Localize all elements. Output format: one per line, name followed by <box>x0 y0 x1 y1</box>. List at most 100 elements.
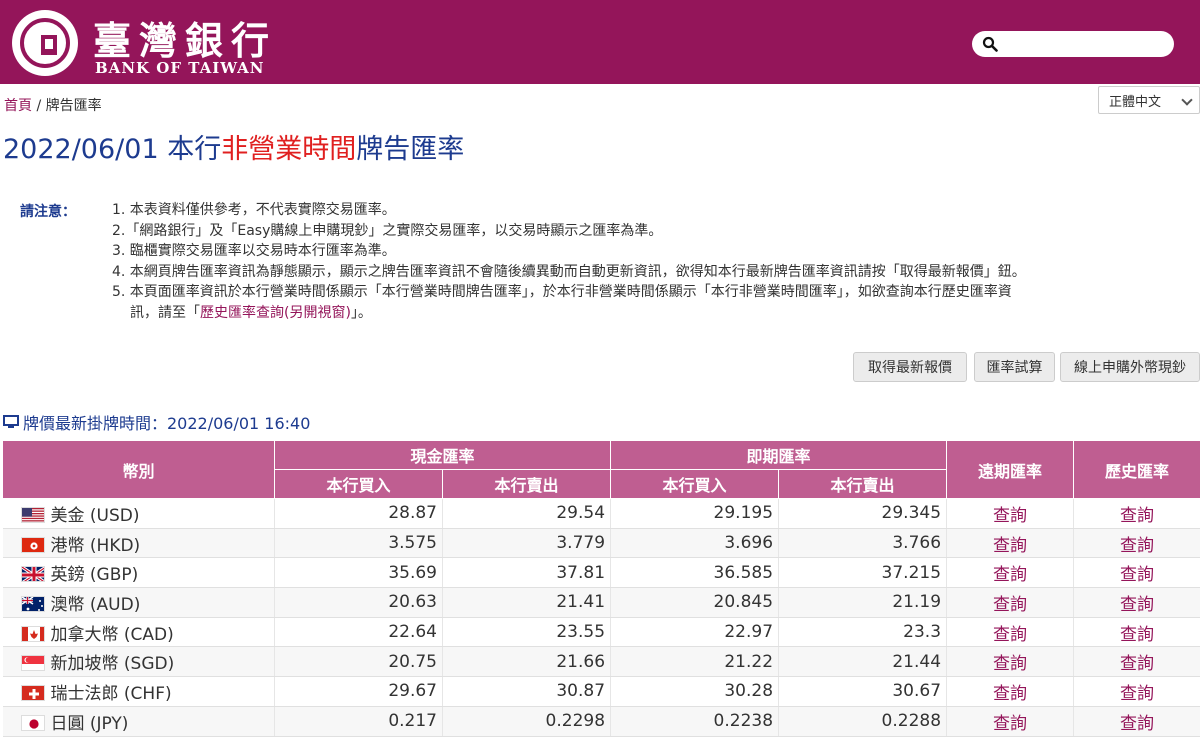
currency-name: 日圓 (JPY) <box>50 713 129 734</box>
ch-flag-icon <box>20 684 45 701</box>
spot-sell-rate: 37.215 <box>778 557 948 589</box>
cash-sell-rate: 21.41 <box>442 587 612 618</box>
spot-buy-rate: 30.28 <box>610 676 780 707</box>
language-selected-value: 正體中文 <box>1109 95 1162 110</box>
breadcrumb-separator: / <box>32 98 46 114</box>
us-flag-icon <box>20 506 45 523</box>
cash-sell-rate: 30.87 <box>442 676 612 707</box>
header-spot-sell: 本行賣出 <box>778 469 948 499</box>
cash-buy-rate: 28.87 <box>274 498 443 529</box>
history-rate-query-link[interactable]: 查詢 <box>1073 557 1200 589</box>
note-item-1: 1. 本表資料僅供參考，不代表實際交易匯率。 <box>112 202 396 218</box>
spot-sell-rate: 21.19 <box>778 587 948 618</box>
forward-rate-query-link[interactable]: 查詢 <box>946 646 1075 678</box>
quote-time-text: 牌價最新掛牌時間：2022/06/01 16:40 <box>23 414 311 433</box>
chevron-down-icon <box>1181 94 1193 106</box>
spot-buy-rate: 21.22 <box>610 646 780 678</box>
forward-rate-query-link[interactable]: 查詢 <box>946 676 1075 707</box>
spot-sell-rate: 3.766 <box>778 528 948 559</box>
currency-cell: 英鎊 (GBP) <box>2 557 275 589</box>
note-item-5-continuation: 訊，請至「歷史匯率查詢(另開視窗)」。 <box>112 303 1026 324</box>
note-item-3: 3. 臨櫃實際交易匯率以交易時本行匯率為準。 <box>112 243 396 259</box>
note-item-4: 4. 本網頁牌告匯率資訊為靜態顯示，顯示之牌告匯率資訊不會隨後續異動而自動更新資… <box>112 263 1026 280</box>
site-header: 臺灣銀行 BANK OF TAIWAN <box>0 0 1200 84</box>
currency-cell: 日圓 (JPY) <box>2 706 275 737</box>
jp-flag-icon <box>20 714 45 731</box>
forward-rate-query-link[interactable]: 查詢 <box>946 587 1075 618</box>
monitor-icon <box>3 415 19 428</box>
header-history-rate: 歷史匯率 <box>1073 440 1200 499</box>
currency-cell: 澳幣 (AUD) <box>2 587 275 618</box>
cash-sell-rate: 29.54 <box>442 498 612 529</box>
spot-sell-rate: 23.3 <box>778 617 948 648</box>
table-row: 日圓 (JPY) 0.217 0.2298 0.2238 0.2288 查詢 查詢 <box>2 706 1200 737</box>
page-title: 2022/06/01 本行非營業時間牌告匯率 <box>3 127 464 166</box>
cash-sell-rate: 21.66 <box>442 646 612 678</box>
hk-flag-icon <box>20 536 45 553</box>
currency-name: 港幣 (HKD) <box>50 535 141 556</box>
history-rate-query-link[interactable]: 查詢 <box>1073 646 1200 678</box>
history-rate-query-link[interactable]: 查詢 <box>1073 528 1200 559</box>
language-select[interactable]: 正體中文 <box>1098 86 1200 114</box>
get-latest-quote-button[interactable]: 取得最新報價 <box>853 352 967 382</box>
currency-name: 新加坡幣 (SGD) <box>50 654 175 675</box>
table-row: 港幣 (HKD) 3.575 3.779 3.696 3.766 查詢 查詢 <box>2 528 1200 559</box>
notes-list: 1. 本表資料僅供參考，不代表實際交易匯率。 2.「網路銀行」及「Easy購線上… <box>112 200 1026 323</box>
forward-rate-query-link[interactable]: 查詢 <box>946 706 1075 737</box>
currency-cell: 瑞士法郎 (CHF) <box>2 676 275 707</box>
table-row: 加拿大幣 (CAD) 22.64 23.55 22.97 23.3 查詢 查詢 <box>2 617 1200 648</box>
note-item-5: 5. 本頁面匯率資訊於本行營業時間係顯示「本行營業時間牌告匯率」，於本行非營業時… <box>112 284 1012 300</box>
spot-sell-rate: 30.67 <box>778 676 948 707</box>
forward-rate-query-link[interactable]: 查詢 <box>946 617 1075 648</box>
history-rate-query-link[interactable]: 查詢 <box>1073 498 1200 529</box>
header-forward-rate: 遠期匯率 <box>946 440 1075 499</box>
history-rate-query-link[interactable]: 查詢 <box>1073 676 1200 707</box>
header-cash-sell: 本行賣出 <box>441 469 612 499</box>
forward-rate-query-link[interactable]: 查詢 <box>946 498 1075 529</box>
brand-name-chinese[interactable]: 臺灣銀行 <box>93 10 277 65</box>
page-title-date: 2022/06/01 本行 <box>3 134 222 165</box>
cash-buy-rate: 29.67 <box>274 676 443 707</box>
currency-cell: 美金 (USD) <box>2 498 275 529</box>
rate-calculator-button[interactable]: 匯率試算 <box>974 352 1055 382</box>
notes-label: 請注意： <box>20 204 76 220</box>
online-purchase-cash-button[interactable]: 線上申購外幣現鈔 <box>1060 352 1200 382</box>
cash-buy-rate: 35.69 <box>274 557 443 589</box>
uk-flag-icon <box>20 566 45 583</box>
history-rate-query-link[interactable]: 查詢 <box>1073 706 1200 737</box>
spot-buy-rate: 20.845 <box>610 587 780 618</box>
page-title-suffix: 牌告匯率 <box>356 134 465 165</box>
currency-name: 美金 (USD) <box>50 505 140 526</box>
cash-buy-rate: 0.217 <box>274 706 443 737</box>
header-currency: 幣別 <box>2 440 275 499</box>
table-row: 新加坡幣 (SGD) 20.75 21.66 21.22 21.44 查詢 查詢 <box>2 646 1200 678</box>
spot-sell-rate: 29.345 <box>778 498 948 529</box>
history-rate-link[interactable]: 歷史匯率查詢(另開視窗) <box>200 305 351 321</box>
cash-sell-rate: 3.779 <box>442 528 612 559</box>
currency-name: 澳幣 (AUD) <box>50 594 141 615</box>
breadcrumb: 首頁 / 牌告匯率 <box>4 95 102 115</box>
history-rate-query-link[interactable]: 查詢 <box>1073 587 1200 618</box>
header-spot-rate: 即期匯率 <box>610 440 948 470</box>
search-input[interactable] <box>972 31 1174 57</box>
search-icon[interactable] <box>982 36 998 52</box>
cash-sell-rate: 23.55 <box>442 617 612 648</box>
au-flag-icon <box>20 595 45 612</box>
spot-buy-rate: 22.97 <box>610 617 780 648</box>
brand-name-english[interactable]: BANK OF TAIWAN <box>95 59 264 77</box>
forward-rate-query-link[interactable]: 查詢 <box>946 528 1075 559</box>
quote-time: 牌價最新掛牌時間：2022/06/01 16:40 <box>3 410 310 434</box>
spot-buy-rate: 3.696 <box>610 528 780 559</box>
currency-name: 瑞士法郎 (CHF) <box>50 683 172 704</box>
breadcrumb-home-link[interactable]: 首頁 <box>4 98 32 114</box>
history-rate-query-link[interactable]: 查詢 <box>1073 617 1200 648</box>
header-spot-buy: 本行買入 <box>610 469 780 499</box>
spot-sell-rate: 21.44 <box>778 646 948 678</box>
cash-buy-rate: 22.64 <box>274 617 443 648</box>
currency-cell: 港幣 (HKD) <box>2 528 275 559</box>
note-text: 」。 <box>350 304 372 321</box>
forward-rate-query-link[interactable]: 查詢 <box>946 557 1075 589</box>
bank-logo-icon[interactable] <box>12 10 78 76</box>
cash-buy-rate: 20.63 <box>274 587 443 618</box>
rate-table-body: 美金 (USD) 28.87 29.54 29.195 29.345 查詢 查詢 港幣 (HK… <box>2 498 1200 737</box>
